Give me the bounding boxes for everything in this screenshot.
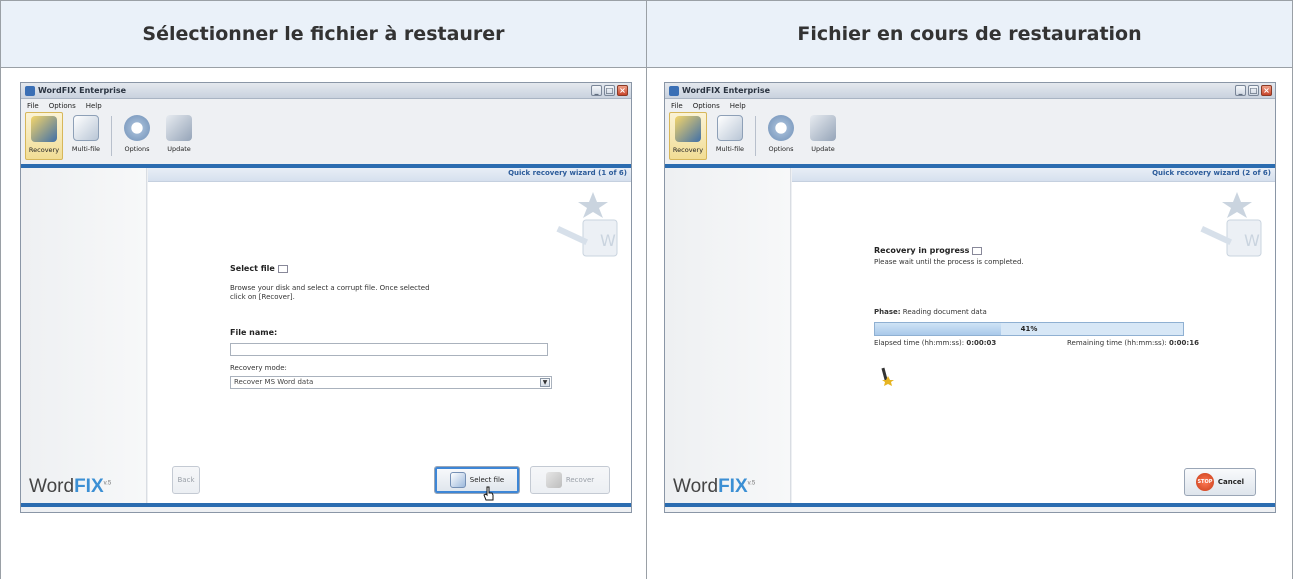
toolbar: Recovery Multi-file Options Update bbox=[665, 112, 1275, 164]
maximize-button[interactable]: □ bbox=[1248, 85, 1259, 96]
update-icon bbox=[810, 115, 836, 141]
gear-icon bbox=[768, 115, 794, 141]
toolbar-separator bbox=[755, 116, 756, 156]
recovery-mode-select[interactable]: Recover MS Word data ▼ bbox=[230, 376, 552, 389]
wizard-content: Quick recovery wizard (1 of 6) W Select … bbox=[148, 168, 631, 503]
menu-help[interactable]: Help bbox=[86, 102, 102, 110]
toolbar-multifile-button[interactable]: Multi-file bbox=[711, 112, 749, 160]
toolbar-options-button[interactable]: Options bbox=[762, 112, 800, 160]
toolbar-options-button[interactable]: Options bbox=[118, 112, 156, 160]
accent-rule-bottom bbox=[21, 503, 631, 507]
chevron-down-icon[interactable]: ▼ bbox=[540, 378, 550, 387]
wand-icon bbox=[972, 246, 983, 255]
recovery-wand-icon bbox=[675, 116, 701, 142]
close-button[interactable]: × bbox=[617, 85, 628, 96]
toolbar-update-button[interactable]: Update bbox=[160, 112, 198, 160]
recovery-mode-label: Recovery mode: bbox=[230, 364, 287, 372]
document-stars-icon: W bbox=[556, 192, 618, 257]
select-file-description: Browse your disk and select a corrupt fi… bbox=[230, 284, 430, 301]
side-pane bbox=[21, 168, 147, 503]
multi-file-icon bbox=[73, 115, 99, 141]
svg-text:W: W bbox=[600, 231, 616, 250]
menu-help[interactable]: Help bbox=[730, 102, 746, 110]
window-title: WordFIX Enterprise bbox=[38, 86, 127, 95]
toolbar-separator bbox=[111, 116, 112, 156]
menu-bar: File Options Help bbox=[21, 100, 631, 112]
toolbar: Recovery Multi-file Options Update bbox=[21, 112, 631, 164]
table-column-divider bbox=[646, 0, 647, 579]
magnifier-document-icon bbox=[449, 472, 466, 488]
cancel-button[interactable]: STOP Cancel bbox=[1184, 468, 1256, 496]
wizard-strip: Quick recovery wizard (1 of 6) bbox=[148, 168, 631, 182]
menu-options[interactable]: Options bbox=[49, 102, 76, 110]
table-border bbox=[0, 0, 1, 579]
column-header-select: Sélectionner le fichier à restaurer bbox=[142, 23, 505, 45]
minimize-button[interactable]: _ bbox=[1235, 85, 1246, 96]
gear-icon bbox=[124, 115, 150, 141]
folder-search-icon bbox=[277, 264, 288, 273]
toolbar-recovery-button[interactable]: Recovery bbox=[25, 112, 63, 160]
recovery-progress-description: Please wait until the process is complet… bbox=[874, 258, 1024, 266]
wordfix-window-progress: WordFIX Enterprise _ □ × File Options He… bbox=[664, 82, 1276, 513]
recover-button[interactable]: Recover bbox=[530, 466, 610, 494]
menu-bar: File Options Help bbox=[665, 100, 1275, 112]
recover-wand-icon bbox=[545, 472, 562, 488]
busy-wand-icon bbox=[881, 367, 894, 386]
select-file-button[interactable]: Select file bbox=[434, 466, 520, 494]
stop-icon: STOP bbox=[1195, 473, 1214, 491]
file-name-label: File name: bbox=[230, 328, 278, 337]
svg-text:W: W bbox=[1244, 231, 1260, 250]
app-icon bbox=[25, 85, 35, 96]
hand-cursor-icon bbox=[483, 486, 494, 501]
window-title: WordFIX Enterprise bbox=[682, 86, 771, 95]
wordfix-logo: WordFIXv.5 bbox=[29, 476, 112, 497]
minimize-button[interactable]: _ bbox=[591, 85, 602, 96]
toolbar-multifile-button[interactable]: Multi-file bbox=[67, 112, 105, 160]
elapsed-time: Elapsed time (hh:mm:ss): 0:00:03 bbox=[874, 339, 997, 347]
select-file-heading: Select file bbox=[230, 264, 288, 273]
remaining-time: Remaining time (hh:mm:ss): 0:00:16 bbox=[1067, 339, 1199, 347]
app-icon bbox=[669, 85, 679, 96]
wizard-content: Quick recovery wizard (2 of 6) W Recover… bbox=[792, 168, 1275, 503]
wizard-strip: Quick recovery wizard (2 of 6) bbox=[792, 168, 1275, 182]
menu-file[interactable]: File bbox=[671, 102, 683, 110]
menu-options[interactable]: Options bbox=[693, 102, 720, 110]
close-button[interactable]: × bbox=[1261, 85, 1272, 96]
toolbar-recovery-button[interactable]: Recovery bbox=[669, 112, 707, 160]
document-stars-icon: W bbox=[1200, 192, 1262, 257]
recovery-progress-bar: 41% bbox=[874, 322, 1184, 336]
recovery-wand-icon bbox=[31, 116, 57, 142]
wordfix-logo: WordFIXv.5 bbox=[673, 476, 756, 497]
side-pane bbox=[665, 168, 791, 503]
file-name-field[interactable] bbox=[230, 343, 548, 356]
phase-line: Phase: Reading document data bbox=[874, 308, 987, 316]
maximize-button[interactable]: □ bbox=[604, 85, 615, 96]
multi-file-icon bbox=[717, 115, 743, 141]
wizard-step-label: Quick recovery wizard (2 of 6) bbox=[1152, 169, 1271, 177]
window-titlebar: WordFIX Enterprise _ □ × bbox=[665, 83, 1275, 99]
window-titlebar: WordFIX Enterprise _ □ × bbox=[21, 83, 631, 99]
menu-file[interactable]: File bbox=[27, 102, 39, 110]
wordfix-window-select: WordFIX Enterprise _ □ × File Options He… bbox=[20, 82, 632, 513]
update-icon bbox=[166, 115, 192, 141]
table-header-divider bbox=[0, 67, 1293, 68]
back-button[interactable]: Back bbox=[172, 466, 200, 494]
recovery-progress-heading: Recovery in progress bbox=[874, 246, 983, 255]
progress-percent: 41% bbox=[1020, 325, 1038, 333]
wizard-step-label: Quick recovery wizard (1 of 6) bbox=[508, 169, 627, 177]
toolbar-update-button[interactable]: Update bbox=[804, 112, 842, 160]
accent-rule-bottom bbox=[665, 503, 1275, 507]
column-header-progress: Fichier en cours de restauration bbox=[797, 23, 1142, 45]
